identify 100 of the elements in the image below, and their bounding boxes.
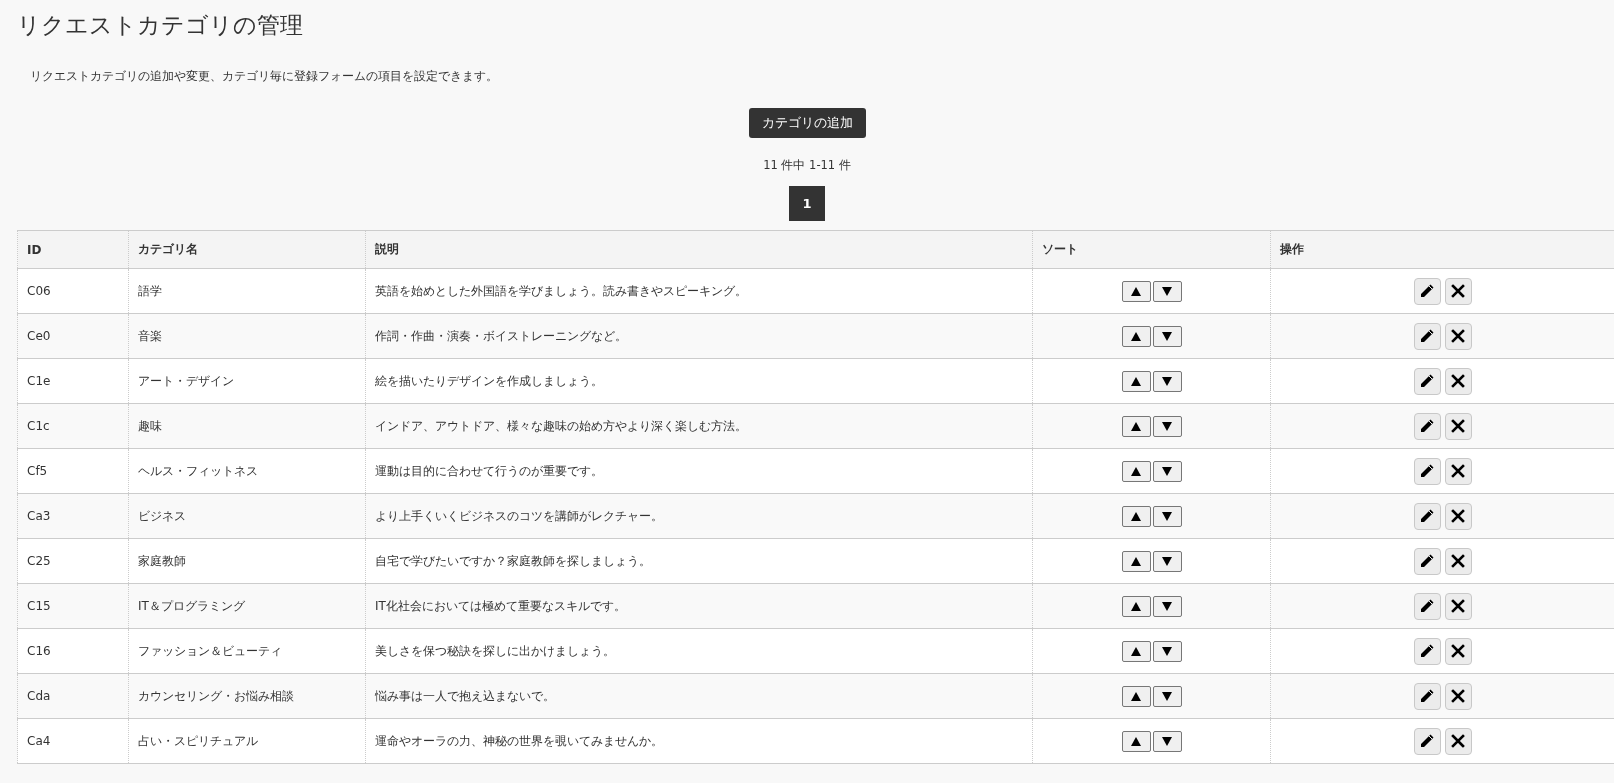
delete-button[interactable] xyxy=(1444,592,1472,620)
move-up-button[interactable] xyxy=(1121,280,1151,302)
category-id: Ca3 xyxy=(27,509,51,523)
column-header: カテゴリ名 xyxy=(138,241,198,258)
category-name: ビジネス xyxy=(138,507,186,525)
category-id: Cf5 xyxy=(27,464,48,478)
page-button[interactable]: 1 xyxy=(789,186,825,221)
move-down-button[interactable] xyxy=(1152,640,1182,662)
category-description: IT化社会においては極めて重要なスキルです。 xyxy=(375,597,626,615)
move-down-button[interactable] xyxy=(1152,595,1182,617)
up-triangle-icon xyxy=(1131,691,1141,701)
category-name: ファッション＆ビューティ xyxy=(138,642,282,660)
delete-button[interactable] xyxy=(1444,367,1472,395)
up-triangle-icon xyxy=(1131,736,1141,746)
down-triangle-icon xyxy=(1162,511,1172,521)
edit-button[interactable] xyxy=(1413,727,1441,755)
pencil-icon xyxy=(1419,553,1435,569)
close-icon xyxy=(1451,464,1465,478)
category-id: C1c xyxy=(27,419,50,433)
move-down-button[interactable] xyxy=(1152,460,1182,482)
edit-button[interactable] xyxy=(1413,412,1441,440)
category-description: 自宅で学びたいですか？家庭教師を探しましょう。 xyxy=(375,552,651,570)
delete-button[interactable] xyxy=(1444,727,1472,755)
edit-button[interactable] xyxy=(1413,277,1441,305)
category-name: 語学 xyxy=(138,282,162,300)
category-name: 家庭教師 xyxy=(138,552,186,570)
move-down-button[interactable] xyxy=(1152,415,1182,437)
category-id: C16 xyxy=(27,644,51,658)
delete-button[interactable] xyxy=(1444,322,1472,350)
move-up-button[interactable] xyxy=(1121,730,1151,752)
move-up-button[interactable] xyxy=(1121,460,1151,482)
delete-button[interactable] xyxy=(1444,412,1472,440)
category-id: C25 xyxy=(27,554,51,568)
move-up-button[interactable] xyxy=(1121,640,1151,662)
close-icon xyxy=(1451,509,1465,523)
move-up-button[interactable] xyxy=(1121,685,1151,707)
down-triangle-icon xyxy=(1162,331,1172,341)
move-down-button[interactable] xyxy=(1152,505,1182,527)
close-icon xyxy=(1451,734,1465,748)
move-down-button[interactable] xyxy=(1152,370,1182,392)
delete-button[interactable] xyxy=(1444,682,1472,710)
move-up-button[interactable] xyxy=(1121,505,1151,527)
add-category-button[interactable]: カテゴリの追加 xyxy=(748,108,866,138)
delete-button[interactable] xyxy=(1444,502,1472,530)
move-down-button[interactable] xyxy=(1152,325,1182,347)
pencil-icon xyxy=(1419,643,1435,659)
down-triangle-icon xyxy=(1162,736,1172,746)
close-icon xyxy=(1451,284,1465,298)
move-up-button[interactable] xyxy=(1121,415,1151,437)
edit-button[interactable] xyxy=(1413,457,1441,485)
down-triangle-icon xyxy=(1162,601,1172,611)
delete-button[interactable] xyxy=(1444,277,1472,305)
move-down-button[interactable] xyxy=(1152,550,1182,572)
up-triangle-icon xyxy=(1131,556,1141,566)
category-description: より上手くいくビジネスのコツを講師がレクチャー。 xyxy=(375,507,663,525)
up-triangle-icon xyxy=(1131,421,1141,431)
category-description: 悩み事は一人で抱え込まないで。 xyxy=(375,687,555,705)
delete-button[interactable] xyxy=(1444,547,1472,575)
down-triangle-icon xyxy=(1162,376,1172,386)
edit-button[interactable] xyxy=(1413,322,1441,350)
pencil-icon xyxy=(1419,508,1435,524)
move-up-button[interactable] xyxy=(1121,370,1151,392)
edit-button[interactable] xyxy=(1413,637,1441,665)
down-triangle-icon xyxy=(1162,286,1172,296)
move-down-button[interactable] xyxy=(1152,685,1182,707)
move-down-button[interactable] xyxy=(1152,730,1182,752)
up-triangle-icon xyxy=(1131,466,1141,476)
up-triangle-icon xyxy=(1131,646,1141,656)
category-name: IT＆プログラミング xyxy=(138,597,245,615)
move-up-button[interactable] xyxy=(1121,595,1151,617)
delete-button[interactable] xyxy=(1444,637,1472,665)
category-id: C1e xyxy=(27,374,51,388)
column-header: ソート xyxy=(1042,241,1078,258)
move-up-button[interactable] xyxy=(1121,325,1151,347)
pencil-icon xyxy=(1419,463,1435,479)
edit-button[interactable] xyxy=(1413,682,1441,710)
edit-button[interactable] xyxy=(1413,592,1441,620)
category-id: C15 xyxy=(27,599,51,613)
category-name: カウンセリング・お悩み相談 xyxy=(138,687,294,705)
category-description: 作詞・作曲・演奏・ボイストレーニングなど。 xyxy=(375,327,627,345)
move-down-button[interactable] xyxy=(1152,280,1182,302)
edit-button[interactable] xyxy=(1413,367,1441,395)
category-id: Ca4 xyxy=(27,734,51,748)
up-triangle-icon xyxy=(1131,331,1141,341)
move-up-button[interactable] xyxy=(1121,550,1151,572)
close-icon xyxy=(1451,689,1465,703)
edit-button[interactable] xyxy=(1413,502,1441,530)
result-count: 11 件中 1-11 件 xyxy=(763,158,851,173)
up-triangle-icon xyxy=(1131,286,1141,296)
category-id: Cda xyxy=(27,689,51,703)
pencil-icon xyxy=(1419,688,1435,704)
delete-button[interactable] xyxy=(1444,457,1472,485)
close-icon xyxy=(1451,554,1465,568)
pencil-icon xyxy=(1419,373,1435,389)
category-description: 絵を描いたりデザインを作成しましょう。 xyxy=(375,372,603,390)
pencil-icon xyxy=(1419,283,1435,299)
category-name: 占い・スピリチュアル xyxy=(138,732,258,750)
category-description: インドア、アウトドア、様々な趣味の始め方やより深く楽しむ方法。 xyxy=(375,417,747,435)
category-name: 音楽 xyxy=(138,327,162,345)
edit-button[interactable] xyxy=(1413,547,1441,575)
